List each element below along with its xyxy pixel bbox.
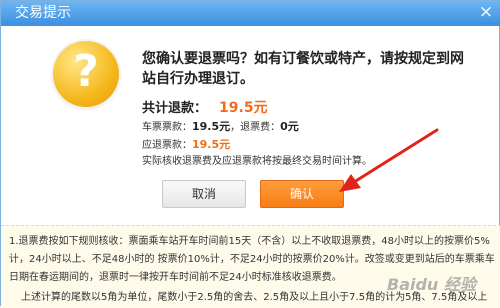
confirm-message: 您确认要退票吗？如有订餐饮或特产，请按规定到网站自行办理退订。	[142, 51, 464, 87]
refund-fee-label: ，退票费：	[230, 122, 281, 133]
refund-amount-value: 19.5元	[192, 138, 231, 151]
ticket-price-value: 19.5元	[192, 120, 231, 133]
cancel-button[interactable]: 取消	[162, 180, 246, 208]
refund-rules-notes: 1.退票费按如下规则核收：票面乘车站开车时间前15天（不含）以上不收取退票费，4…	[1, 225, 500, 308]
close-icon[interactable]: ×	[477, 3, 495, 21]
dialog-title: 交易提示	[15, 5, 71, 21]
ticket-price-label: 车票票款：	[142, 122, 192, 133]
question-icon: ?	[53, 41, 119, 107]
total-refund-row: 共计退款： 19.5元	[142, 97, 268, 117]
total-refund-amount: 19.5元	[219, 100, 268, 116]
note-line-2: 计，24小时以上、不足48小时的 按票价10%计，不足24小时的按票价20%计。…	[9, 254, 495, 265]
refund-amount-label: 应退票款：	[142, 140, 192, 151]
refund-dialog: 交易提示 × ? 您确认要退票吗？如有订餐饮或特产，请按规定到网站自行办理退订。…	[0, 0, 500, 308]
ticket-price-row: 车票票款：19.5元，退票费：0元	[142, 118, 299, 134]
refund-fee-value: 0元	[280, 120, 299, 133]
refund-amount-row: 应退票款：19.5元	[142, 136, 230, 152]
note-line-3: 日期在春运期间的，退票时一律按开车时间前不足24小时标准核收退票费。	[9, 272, 342, 283]
total-refund-label: 共计退款：	[142, 101, 208, 116]
note-line-1: 1.退票费按如下规则核收：票面乘车站开车时间前15天（不含）以上不收取退票费，4…	[9, 236, 490, 247]
red-arrow-annotation	[339, 128, 439, 192]
baidu-watermark: Baidu 经验	[387, 275, 476, 294]
question-mark: ?	[73, 46, 99, 97]
dialog-titlebar: 交易提示 ×	[1, 1, 500, 26]
